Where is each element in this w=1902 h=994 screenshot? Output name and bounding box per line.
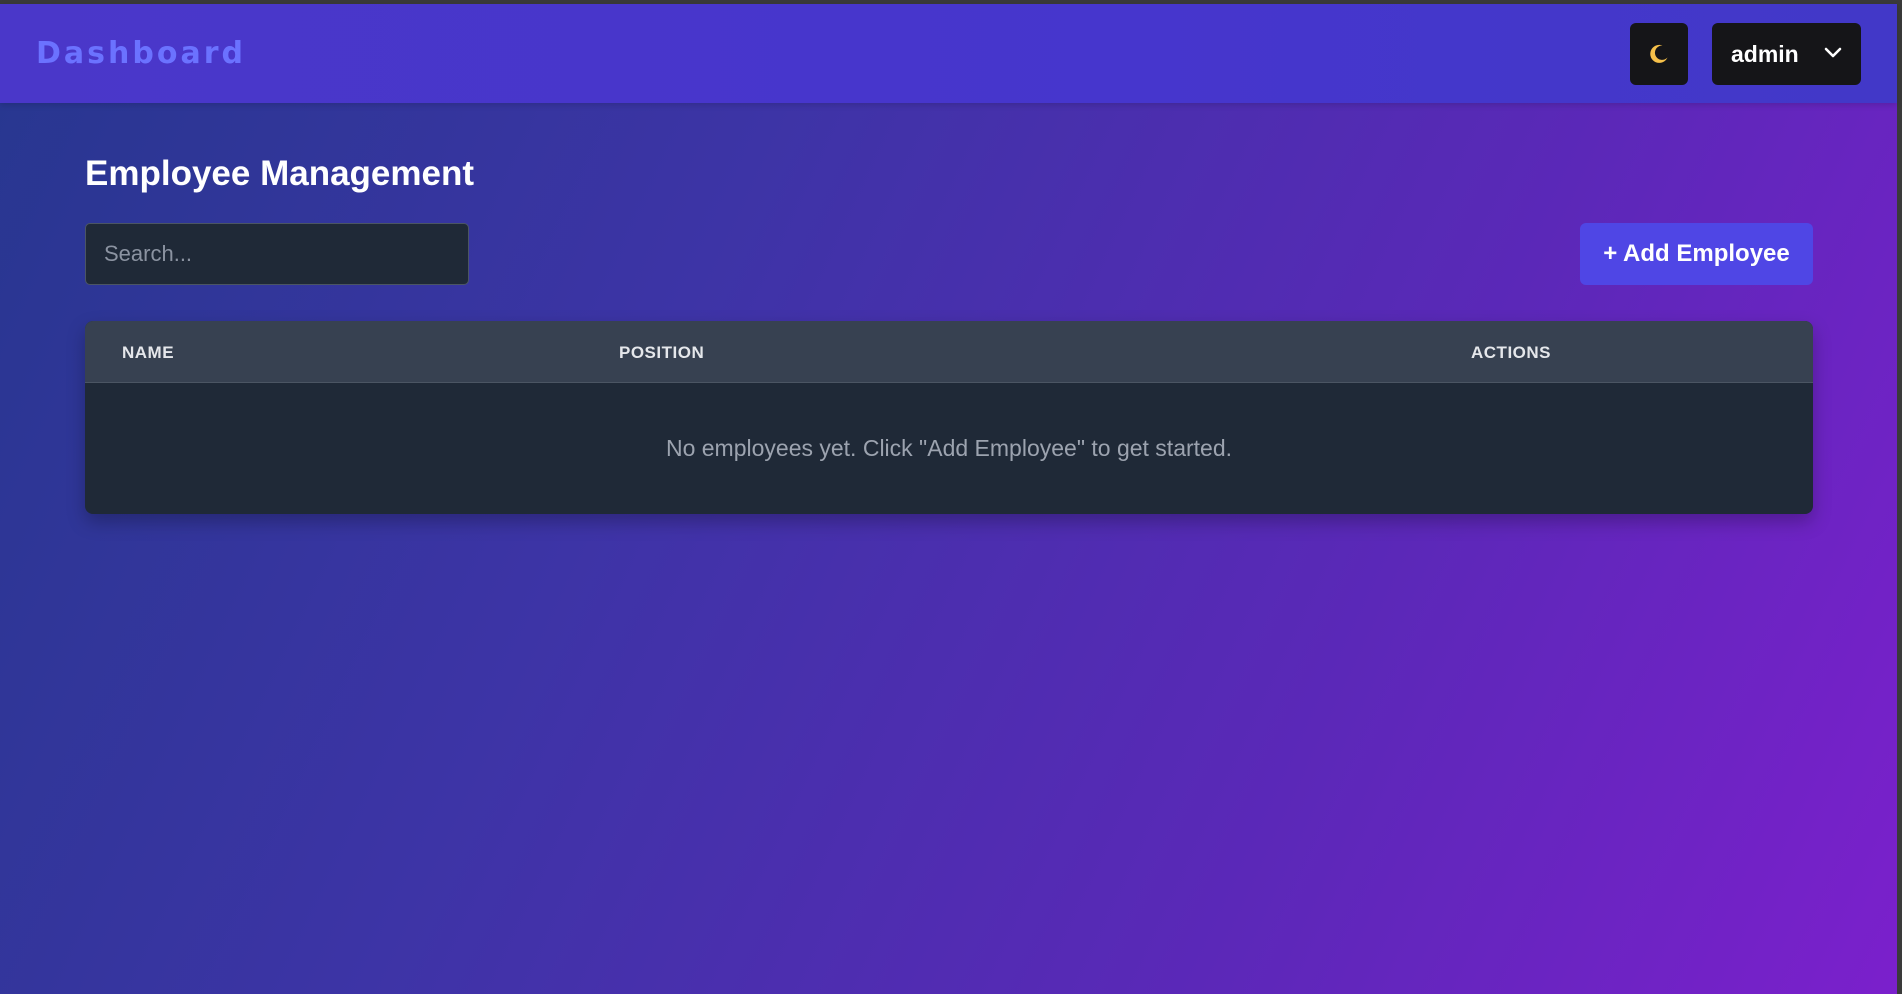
page-title: Employee Management [85,154,474,193]
empty-state-message: No employees yet. Click "Add Employee" t… [665,435,1233,461]
table-header: NAME POSITION ACTIONS [85,321,1813,383]
theme-toggle-button[interactable] [1630,23,1688,85]
top-navbar: Dashboard admin [0,4,1897,103]
column-header-name: NAME [122,343,175,362]
chevron-down-icon [1824,47,1842,58]
moon-icon [1650,44,1668,63]
user-menu-label: admin [1731,40,1799,67]
employee-table: NAME POSITION ACTIONS No employees yet. … [85,321,1813,514]
user-menu-button[interactable]: admin [1712,23,1861,85]
column-header-actions: ACTIONS [1471,343,1551,362]
column-header-position: POSITION [619,343,705,362]
brand-title[interactable]: Dashboard [36,36,246,71]
add-employee-button[interactable]: + Add Employee [1580,223,1813,285]
window-right-border [1897,0,1902,994]
search-input[interactable] [85,223,469,285]
